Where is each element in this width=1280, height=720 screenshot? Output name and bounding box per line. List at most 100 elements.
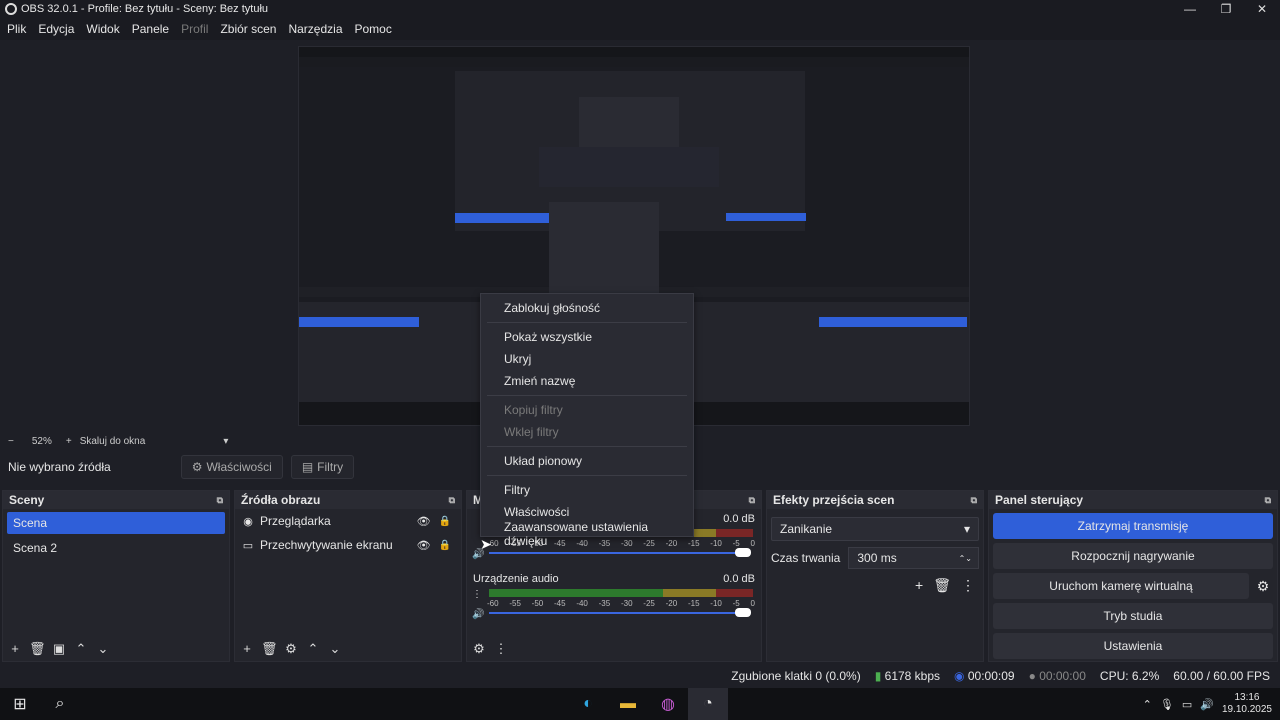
gear-icon[interactable]: ⚙ [283,641,299,657]
volume-icon[interactable]: 🔊 [1200,698,1214,711]
volume-slider-handle[interactable] [735,548,751,557]
studio-mode-button[interactable]: Tryb studia [993,603,1273,629]
meter-ticks: -60 -55 -50 -45 -40 -35 -30 -25 -20 -15 -10 -5 0 [487,599,755,608]
eye-icon[interactable]: 👁 [417,515,431,528]
scene-item[interactable]: Scena [7,512,225,534]
maximize-button[interactable]: ❐ [1208,0,1244,18]
kebab-menu-icon[interactable]: ⋮ [472,589,482,600]
eye-icon[interactable]: 👁 [417,539,431,552]
app-icon[interactable]: ◍ [648,688,688,720]
menu-pomoc[interactable]: Pomoc [355,22,392,36]
edge-browser-icon[interactable]: ◐ [568,688,608,720]
trash-icon[interactable]: 🗑 [29,641,46,657]
menu-item-show-all[interactable]: Pokaż wszystkie [481,326,693,348]
duration-input[interactable]: 300 ms ⌃⌄ [848,547,979,569]
menu-item-lock-volume[interactable]: Zablokuj głośność [481,297,693,319]
menu-plik[interactable]: Plik [7,22,26,36]
speaker-icon[interactable]: 🔊 [472,609,484,620]
menu-profil[interactable]: Profil [181,22,208,36]
undock-icon[interactable]: ⧉ [971,495,977,506]
chevron-up-icon[interactable]: ⌃ [1143,698,1152,711]
menu-item-rename[interactable]: Zmień nazwę [481,370,693,392]
zoom-mode[interactable]: Skaluj do okna [80,436,146,447]
move-down-icon[interactable]: ⌄ [327,641,343,657]
undock-icon[interactable]: ⧉ [449,495,455,506]
no-source-label: Nie wybrano źródła [8,460,111,474]
stop-stream-button[interactable]: Zatrzymaj transmisję [993,513,1273,539]
scene-item[interactable]: Scena 2 [7,537,225,559]
file-explorer-icon[interactable]: ▬ [608,688,648,720]
gear-icon[interactable]: ⚙ [1249,578,1277,595]
properties-button[interactable]: ⚙ Właściwości [180,455,283,479]
scenes-title: Sceny [9,493,45,507]
clock-time: 13:16 [1234,692,1260,703]
menu-widok[interactable]: Widok [86,22,119,36]
channel-db: 0.0 dB [723,513,755,525]
volume-slider[interactable] [489,612,743,614]
duration-value: 300 ms [857,551,897,565]
menu-narzedzia[interactable]: Narzędzia [288,22,342,36]
spinner-icon[interactable]: ⌃⌄ [959,554,972,563]
transition-select[interactable]: Zanikanie ▾ [771,517,979,541]
obs-taskbar-icon[interactable]: ◔ [688,688,728,720]
channel-db: 0.0 dB [723,573,755,585]
window-title: OBS 32.0.1 - Profile: Bez tytułu - Sceny… [21,3,269,15]
close-button[interactable]: ✕ [1244,0,1280,18]
move-down-icon[interactable]: ⌄ [95,641,111,657]
clock[interactable]: 13:16 19.10.2025 [1222,692,1272,716]
microphone-icon[interactable]: 🎙 [1160,698,1174,711]
volume-slider-handle[interactable] [735,608,751,617]
move-up-icon[interactable]: ⌃ [73,641,89,657]
filters-label: Filtry [317,460,344,474]
settings-button[interactable]: Ustawienia [993,633,1273,659]
menu-panele[interactable]: Panele [132,22,169,36]
undock-icon[interactable]: ⧉ [217,495,223,506]
lock-icon[interactable]: 🔒 [439,516,451,527]
filter-icon[interactable]: ▣ [51,641,67,657]
menu-item-paste-filters[interactable]: Wklej filtry [481,421,693,443]
add-icon[interactable]: + [239,641,255,657]
cpu-usage: CPU: 6.2% [1099,669,1160,683]
duration-label: Czas trwania [771,551,841,565]
controls-title: Panel sterujący [995,493,1084,507]
filters-button[interactable]: ▤ Filtry [290,455,355,479]
minimize-button[interactable]: — [1172,0,1208,18]
transitions-title: Efekty przejścia scen [773,493,895,507]
zoom-out-button[interactable]: − [8,436,14,447]
bitrate: ▮ 6178 kbps [874,669,941,683]
properties-label: Właściwości [206,460,272,474]
chevron-down-icon: ▾ [963,522,970,536]
menu-item-hide[interactable]: Ukryj [481,348,693,370]
menu-item-advanced-audio[interactable]: Zaawansowane ustawienia dźwięku [481,520,693,548]
trash-icon[interactable]: 🗑 [261,641,278,657]
menu-separator [487,322,687,323]
undock-icon[interactable]: ⧉ [749,495,755,506]
start-recording-button[interactable]: Rozpocznij nagrywanie [993,543,1273,569]
network-icon[interactable]: ▭ [1182,698,1192,711]
zoom-dropdown-icon[interactable]: ▾ [223,436,228,447]
system-tray: ⌃ 🎙 ▭ 🔊 13:16 19.10.2025 [1143,688,1272,720]
advanced-audio-icon[interactable]: ⚙ [471,641,487,657]
menu-item-copy-filters[interactable]: Kopiuj filtry [481,399,693,421]
zoom-in-button[interactable]: + [66,436,72,447]
menu-item-vertical-layout[interactable]: Układ pionowy [481,450,693,472]
transitions-dock: Efekty przejścia scen ⧉ Zanikanie ▾ Czas … [766,490,984,662]
add-icon[interactable]: + [7,641,23,657]
source-item[interactable]: ◉ Przeglądarka 👁 🔒 [235,509,461,533]
add-icon[interactable]: + [915,577,923,594]
undock-icon[interactable]: ⧉ [1265,495,1271,506]
source-item[interactable]: ▭ Przechwytywanie ekranu 👁 🔒 [235,533,461,557]
menu-edycja[interactable]: Edycja [38,22,74,36]
trash-icon[interactable]: 🗑 [933,577,951,594]
kebab-menu-icon[interactable]: ⋮ [961,577,975,594]
menu-item-filters[interactable]: Filtry [481,479,693,501]
lock-icon[interactable]: 🔒 [439,540,451,551]
volume-slider[interactable] [489,552,743,554]
virtual-camera-button[interactable]: Uruchom kamerę wirtualną [993,573,1249,599]
source-label: Przechwytywanie ekranu [260,538,393,552]
windows-start-icon[interactable]: ⊞ [0,688,40,720]
search-icon[interactable]: ⌕ [40,688,80,720]
menu-zbior-scen[interactable]: Zbiór scen [220,22,276,36]
move-up-icon[interactable]: ⌃ [305,641,321,657]
kebab-menu-icon[interactable]: ⋮ [493,641,509,657]
